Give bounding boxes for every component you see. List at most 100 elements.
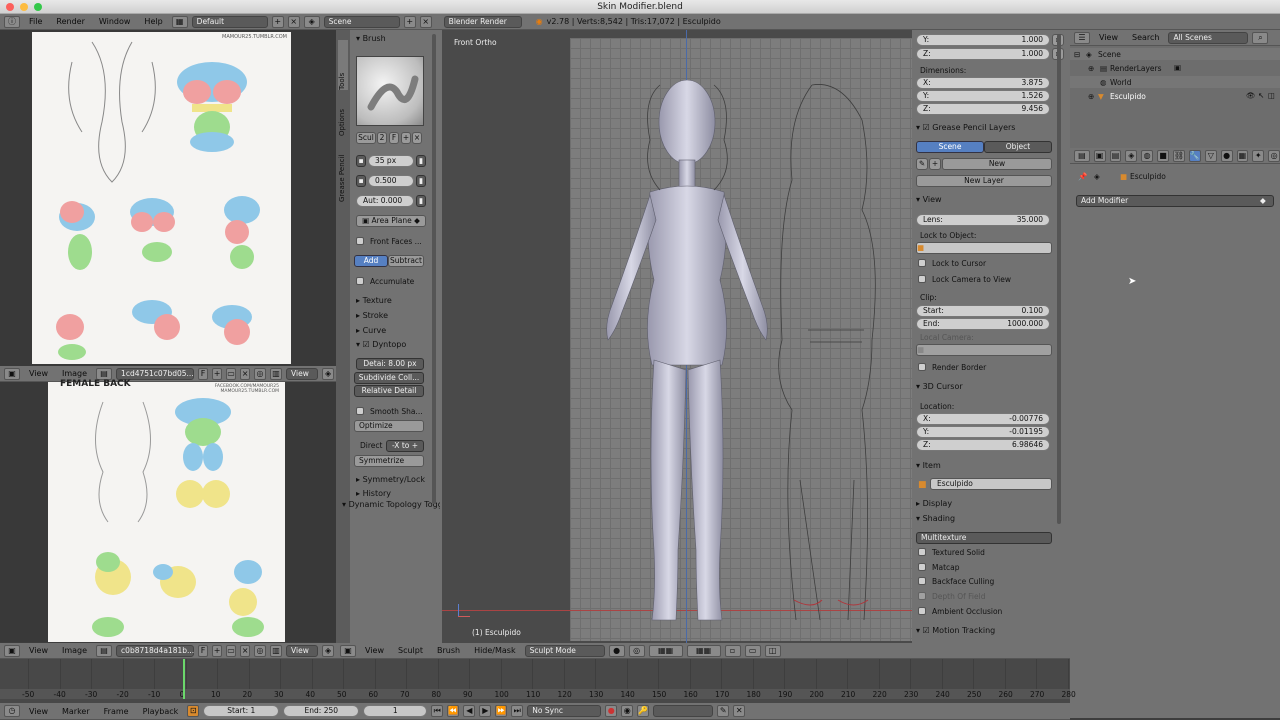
image-unlink-icon[interactable]: × [240, 367, 251, 380]
scene-select[interactable]: Scene [323, 15, 400, 28]
layers-icon[interactable]: ▦▦ [648, 644, 683, 657]
render-preview-icon[interactable]: ▭ [744, 644, 761, 657]
cursor-y-field[interactable]: Y: -0.01195 [916, 426, 1050, 438]
dimension-y-field[interactable]: Y: 1.526 [916, 90, 1050, 102]
image-name-field[interactable]: 1cd4751c07bd05... [116, 367, 195, 380]
strength-lock-icon[interactable]: ▪ [356, 175, 366, 187]
dimension-z-field[interactable]: Z: 9.456 [916, 103, 1050, 115]
image-editor-bottom[interactable]: FEMALE BACK FACEBOOK.COM/MAMOUR25 MAMOUR… [0, 379, 336, 642]
keying-set-icon[interactable]: ◉ [621, 705, 634, 717]
pivot-point-icon[interactable]: ◎ [628, 644, 645, 657]
autosmooth-field[interactable]: Aut: 0.000 [356, 195, 414, 207]
lock-to-cursor-checkbox[interactable] [918, 259, 926, 267]
tab-tools[interactable]: Tools [338, 40, 348, 90]
image-menu-view-2[interactable]: View [24, 646, 53, 655]
viewport-editor-type-icon[interactable]: ▣ [340, 644, 356, 657]
editor-type-icon[interactable]: ⓘ [4, 15, 20, 28]
sync-mode-select[interactable]: No Sync [527, 705, 602, 717]
cursor-x-field[interactable]: X: -0.00776 [916, 413, 1050, 425]
add-layout-icon[interactable]: + [271, 15, 284, 28]
outliner-editor-type-icon[interactable]: ☰ [1074, 31, 1090, 44]
menu-file[interactable]: File [24, 17, 47, 26]
add-modifier-select[interactable]: Add Modifier [1076, 195, 1274, 207]
subdivide-collapse-select[interactable]: Subdivide Coll... [354, 372, 424, 384]
jump-end-icon[interactable]: ⏭ [511, 705, 524, 717]
brush-users-count[interactable]: 2 [377, 132, 387, 144]
local-camera-field[interactable]: ■ [916, 344, 1052, 356]
matcap-checkbox[interactable] [918, 563, 926, 571]
image-editor-top[interactable]: MAMOUR25.TUMBLR.COM [0, 30, 336, 366]
radius-lock-icon[interactable]: ▪ [356, 155, 366, 167]
render-tab-icon[interactable]: ▣ [1093, 149, 1106, 162]
play-icon[interactable]: ▶ [479, 705, 492, 717]
layout-select[interactable]: Default [191, 15, 268, 28]
lock-layers-icon[interactable]: ▫ [724, 644, 741, 657]
lock-camera-checkbox[interactable] [918, 275, 926, 283]
image-open-icon[interactable]: ▭ [226, 367, 237, 380]
render-engine-select[interactable]: Blender Render [443, 15, 522, 28]
gp-add-icon[interactable]: + [929, 158, 941, 170]
image-render-slot-icon[interactable]: ◈ [322, 367, 335, 380]
outliner-row-object[interactable]: ⊕ ▼ Esculpido 👁 ↖ ◫ [1070, 90, 1280, 102]
timeline[interactable]: -50 -40 -30 -20 -10 0 10 20 30 40 50 60 70 80 90 100 110… [0, 659, 1076, 703]
shading-panel-header[interactable]: ▾ Shading [916, 514, 955, 523]
outliner-row-renderlayers[interactable]: ⊕ ▤ RenderLayers ▣ [1070, 62, 1280, 74]
backface-culling-checkbox[interactable] [918, 577, 926, 585]
zoom-window-icon[interactable] [34, 3, 42, 11]
image-new-icon-2[interactable]: + [212, 644, 223, 657]
remove-scene-icon[interactable]: × [419, 15, 432, 28]
viewport-menu-hide-mask[interactable]: Hide/Mask [469, 646, 521, 655]
texture-panel-header[interactable]: ▸ Texture [356, 296, 392, 305]
visibility-eye-icon[interactable]: 👁 [1246, 91, 1256, 100]
viewport-menu-brush[interactable]: Brush [432, 646, 465, 655]
history-panel-header[interactable]: ▸ History [356, 489, 391, 498]
image-fake-user-icon[interactable]: F [198, 367, 209, 380]
tool-shelf-scrollbar[interactable] [432, 34, 436, 504]
scene-tab-icon[interactable]: ◈ [1125, 149, 1138, 162]
image-render-slot-icon-2[interactable]: ◈ [322, 644, 335, 657]
texture-tab-icon[interactable]: ▦ [1236, 149, 1249, 162]
physics-tab-icon[interactable]: ◎ [1268, 149, 1280, 162]
image-browse-icon-2[interactable]: ▤ [96, 644, 113, 657]
current-frame-indicator[interactable] [183, 659, 185, 699]
add-scene-icon[interactable]: + [403, 15, 416, 28]
close-window-icon[interactable] [6, 3, 14, 11]
menu-render[interactable]: Render [51, 17, 89, 26]
timeline-editor-type-icon[interactable]: ◷ [4, 705, 20, 717]
brush-remove-icon[interactable]: × [412, 132, 422, 144]
active-keying-set-field[interactable] [653, 705, 714, 717]
ambient-occlusion-checkbox[interactable] [918, 607, 926, 615]
object-tab-icon[interactable]: ■ [1157, 149, 1169, 162]
properties-scrollbar[interactable] [1057, 34, 1061, 524]
image-mode-icon-2[interactable]: ▥ [270, 644, 283, 657]
brush-panel-header[interactable]: ▾ Brush [356, 34, 386, 43]
detail-size-field[interactable]: Detai: 8.00 px [356, 358, 424, 370]
display-panel-header[interactable]: ▸ Display [916, 499, 952, 508]
play-reverse-icon[interactable]: ◀ [463, 705, 476, 717]
viewport-menu-sculpt[interactable]: Sculpt [393, 646, 428, 655]
renderlayers-expand-icon[interactable]: ⊕ [1088, 64, 1094, 73]
gp-new-layer-button[interactable]: New Layer [916, 175, 1052, 187]
image-pin-icon[interactable]: ◎ [254, 367, 267, 380]
image-editor-type-icon[interactable]: ▣ [4, 367, 20, 380]
outliner-row-scene[interactable]: ⊟ ◈ Scene [1070, 48, 1280, 60]
image-editor-type-icon-2[interactable]: ▣ [4, 644, 20, 657]
smooth-shading-checkbox[interactable] [356, 407, 364, 415]
optimize-button[interactable]: Optimize [354, 420, 424, 432]
last-operator-panel-header[interactable]: ▾ Dynamic Topology Togg [342, 500, 440, 509]
sculpted-figure[interactable] [572, 80, 912, 640]
dyntopo-panel-header[interactable]: ▾ ☑ Dyntopo [356, 340, 406, 349]
image-menu-image-2[interactable]: Image [57, 646, 92, 655]
world-tab-icon[interactable]: ◍ [1141, 149, 1154, 162]
image-name-field-2[interactable]: c0b8718d4a181b... [116, 644, 194, 657]
outliner-menu-view[interactable]: View [1094, 33, 1123, 42]
object-expand-icon[interactable]: ⊕ [1088, 92, 1094, 101]
gp-new-button[interactable]: New [942, 158, 1052, 170]
auto-keying-icon[interactable]: ● [605, 705, 618, 717]
image-new-icon[interactable]: + [212, 367, 223, 380]
textured-solid-checkbox[interactable] [918, 548, 926, 556]
curve-panel-header[interactable]: ▸ Curve [356, 326, 386, 335]
menu-help[interactable]: Help [139, 17, 167, 26]
image-menu-image[interactable]: Image [57, 369, 92, 378]
start-frame-field[interactable]: Start: 1 [203, 705, 280, 717]
